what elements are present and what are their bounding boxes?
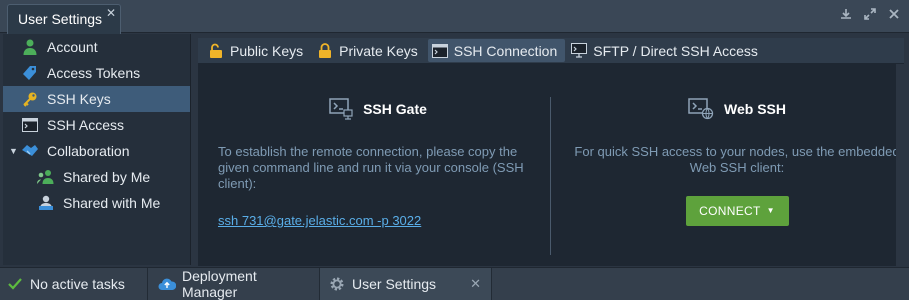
window-controls (839, 8, 901, 22)
key-icon (21, 90, 39, 108)
settings-sidebar: Account Access Tokens SSH Keys SSH Acces… (3, 34, 191, 265)
user-share-icon (37, 194, 55, 212)
tab-ssh-connection[interactable]: SSH Connection (427, 39, 566, 62)
taskbar: No active tasks Deployment Manager User … (0, 267, 909, 300)
taskbar-label: User Settings (352, 276, 437, 292)
close-icon[interactable]: ✕ (470, 276, 481, 292)
account-icon (21, 38, 39, 56)
tab-public-keys[interactable]: Public Keys (204, 39, 311, 62)
sidebar-item-access-tokens[interactable]: Access Tokens (3, 60, 190, 86)
sidebar-item-label: Access Tokens (47, 65, 141, 81)
download-icon[interactable] (839, 8, 853, 22)
connect-button[interactable]: CONNECT ▼ (685, 196, 789, 226)
sidebar-item-account[interactable]: Account (3, 34, 190, 60)
ssh-command-link[interactable]: ssh 731@gate.jelastic.com -p 3022 (218, 213, 421, 228)
terminal-icon (431, 43, 448, 59)
sidebar-item-label: Shared by Me (63, 169, 151, 185)
chevron-down-icon[interactable]: ▼ (9, 146, 18, 156)
ssh-keys-panel: Public Keys Private Keys SSH Connection … (198, 38, 904, 266)
taskbar-user-settings[interactable]: User Settings ✕ (320, 268, 492, 300)
sidebar-item-label: SSH Keys (47, 91, 111, 107)
web-ssh-section: Web SSH For quick SSH access to your nod… (570, 98, 904, 226)
title-bar: User Settings ✕ (0, 0, 909, 34)
tab-sftp-direct-ssh[interactable]: SFTP / Direct SSH Access (567, 39, 766, 62)
sidebar-item-shared-with-me[interactable]: Shared with Me (3, 190, 190, 216)
sidebar-item-label: Collaboration (47, 143, 130, 159)
tab-title: User Settings (18, 11, 103, 27)
taskbar-tasks[interactable]: No active tasks (0, 268, 148, 300)
lock-open-icon (208, 43, 224, 59)
sidebar-item-shared-by-me[interactable]: Shared by Me (3, 164, 190, 190)
terminal-icon (21, 116, 39, 134)
sidebar-item-label: Account (47, 39, 98, 55)
subtab-label: SFTP / Direct SSH Access (593, 42, 758, 59)
ssh-gate-section: SSH Gate To establish the remote connect… (218, 98, 538, 228)
taskbar-deployment-manager[interactable]: Deployment Manager (148, 268, 320, 300)
cloud-upload-icon (158, 275, 176, 293)
taskbar-label: No active tasks (30, 276, 125, 292)
subtab-label: Private Keys (339, 42, 418, 59)
web-ssh-icon (688, 98, 714, 120)
expand-icon[interactable] (863, 8, 877, 22)
chevron-down-icon: ▼ (766, 206, 775, 215)
ssh-gate-heading: SSH Gate (218, 98, 538, 120)
tab-private-keys[interactable]: Private Keys (313, 39, 426, 62)
section-divider (550, 97, 551, 255)
gear-icon (328, 275, 346, 293)
web-ssh-heading: Web SSH (570, 98, 904, 120)
subtab-label: Public Keys (230, 42, 304, 59)
handshake-icon (21, 142, 39, 160)
sidebar-item-label: Shared with Me (63, 195, 161, 211)
monitor-icon (571, 43, 588, 59)
close-icon[interactable] (887, 8, 901, 22)
tab-user-settings[interactable]: User Settings ✕ (7, 4, 121, 34)
web-ssh-title: Web SSH (724, 101, 786, 117)
lock-icon (317, 43, 333, 59)
check-icon (6, 275, 24, 293)
tag-icon (21, 64, 39, 82)
sidebar-item-ssh-keys[interactable]: SSH Keys (3, 86, 190, 112)
ssh-gate-icon (329, 98, 353, 120)
sidebar-item-ssh-access[interactable]: SSH Access (3, 112, 190, 138)
subtab-label: SSH Connection (453, 42, 558, 59)
ssh-subtabs: Public Keys Private Keys SSH Connection … (198, 38, 904, 63)
sidebar-item-collaboration[interactable]: ▼ Collaboration (3, 138, 190, 164)
users-share-icon (37, 168, 55, 186)
close-icon[interactable]: ✕ (106, 6, 116, 20)
ssh-gate-description: To establish the remote connection, plea… (218, 144, 524, 191)
web-ssh-description: For quick SSH access to your nodes, use … (574, 144, 900, 175)
connect-label: CONNECT (699, 204, 761, 218)
sidebar-item-label: SSH Access (47, 117, 125, 133)
ssh-gate-title: SSH Gate (363, 101, 427, 117)
scrollbar[interactable] (896, 64, 904, 266)
taskbar-label: Deployment Manager (182, 268, 257, 300)
